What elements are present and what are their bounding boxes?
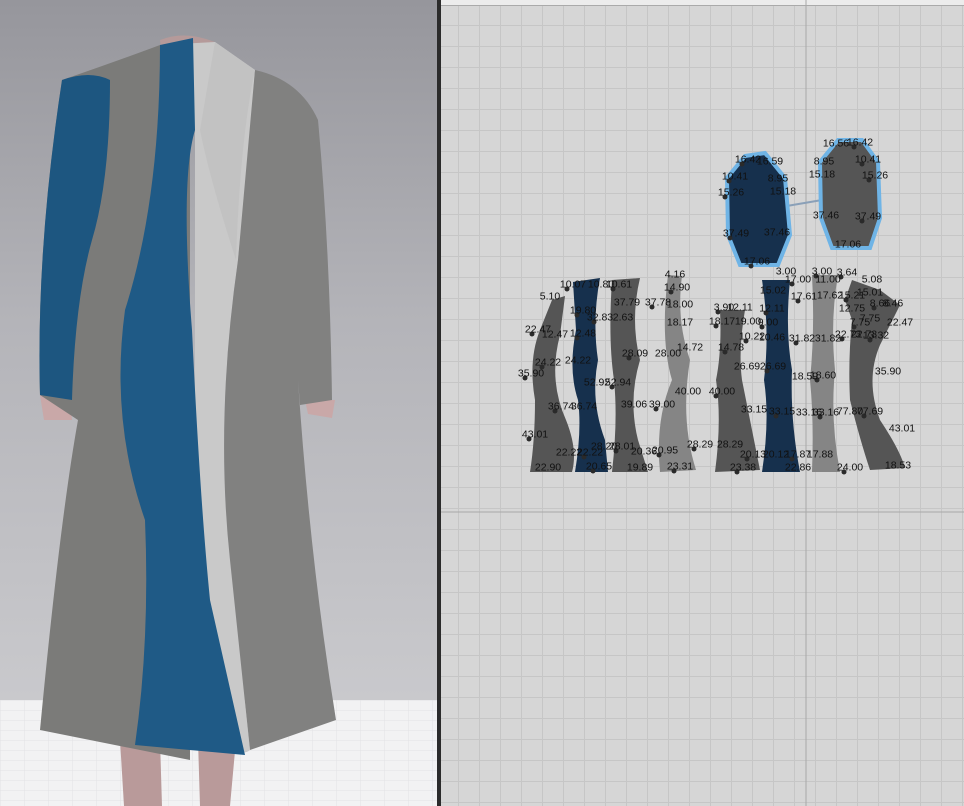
- panel-measurement-label: 17.88: [806, 448, 834, 461]
- panel-measurement-label: 10.07: [559, 278, 587, 291]
- sleeve-measurement-label: 37.49: [854, 210, 882, 223]
- panel-measurement-label: 12.11: [727, 301, 753, 314]
- panel-measurement-label: 15.02: [759, 284, 787, 297]
- panel-measurement-label: 33.15: [768, 405, 796, 418]
- panel-measurement-label: 22.22: [576, 446, 604, 459]
- pattern-canvas: [441, 0, 964, 806]
- panel-measurement-label: 19.89: [626, 461, 654, 474]
- sleeve-measurement-label: 8.95: [813, 155, 835, 168]
- panel-measurement-label: 33.16: [812, 406, 840, 419]
- sleeve-measurement-label: 15.18: [769, 185, 797, 198]
- panel-measurement-label: 13.32: [862, 329, 890, 342]
- panel-measurement-label: 31.82: [788, 332, 816, 345]
- panel-measurement-label: 12.11: [759, 302, 785, 315]
- sleeve-measurement-label: 8.95: [767, 172, 789, 185]
- panel-measurement-label: 18.53: [884, 459, 912, 472]
- panel-measurement-label: 4.16: [664, 268, 686, 281]
- panel-measurement-label: 36.74: [570, 400, 598, 413]
- panel-measurement-label: 8.46: [882, 297, 904, 310]
- panel-measurement-label: 10.61: [605, 278, 633, 291]
- panel-measurement-label: 52.94: [604, 376, 632, 389]
- sleeve-measurement-label: 16.56: [822, 137, 850, 150]
- dress: [39, 38, 336, 760]
- panel-measurement-label: 24.22: [564, 354, 592, 367]
- sleeve-measurement-label: 37.49: [722, 227, 750, 240]
- panel-measurement-label: 10.46: [758, 331, 786, 344]
- panel-measurement-label: 77.69: [856, 405, 884, 418]
- panel-measurement-label: 20.95: [651, 444, 679, 457]
- panel-measurement-label: 18.17: [666, 316, 694, 329]
- panel-measurement-label: 43.01: [888, 422, 916, 435]
- sleeve-measurement-label: 16.59: [756, 155, 784, 168]
- panel-measurement-label: 40.00: [674, 385, 702, 398]
- sleeve-measurement-label: 15.18: [808, 168, 836, 181]
- panel-measurement-label: 5.10: [539, 290, 561, 303]
- panel-measurement-label: 39.00: [648, 398, 676, 411]
- sleeve-measurement-label: 15.26: [717, 186, 745, 199]
- 3d-viewport[interactable]: [0, 0, 437, 806]
- 2d-pattern-viewport[interactable]: 16.42 16.59 10.41 8.95 15.26 15.18 37.49 37.46 1…: [441, 0, 964, 806]
- panel-measurement-label: 23.38: [729, 461, 757, 474]
- panel-measurement-label: 43.01: [521, 428, 549, 441]
- panel-measurement-label: 18.17: [708, 315, 736, 328]
- panel-measurement-label: 3.64: [836, 266, 858, 279]
- sleeve-measurement-label: 16.42: [846, 136, 874, 149]
- sleeve-measurement-label: 15.26: [861, 169, 889, 182]
- panel-measurement-label: 5.08: [861, 273, 883, 286]
- panel-measurement-label: 22.47: [886, 316, 914, 329]
- panel-measurement-label: 7.75: [849, 316, 871, 329]
- sleeve-measurement-label: 37.46: [763, 226, 791, 239]
- panel-measurement-label: 20.65: [585, 460, 613, 473]
- panel-measurement-label: 26.69: [759, 360, 787, 373]
- panel-measurement-label: 40.00: [708, 385, 736, 398]
- panel-measurement-label: 2.63: [612, 311, 634, 324]
- sleeve-measurement-label: 17.06: [834, 238, 862, 251]
- sleeve-measurement-label: 17.06: [743, 255, 771, 268]
- panel-measurement-label: 14.90: [663, 281, 691, 294]
- panel-measurement-label: 28.29: [686, 438, 714, 451]
- panel-measurement-label: 14.78: [717, 341, 745, 354]
- panel-measurement-label: 23.31: [666, 460, 694, 473]
- avatar-with-dress: [0, 35, 437, 806]
- panel-measurement-label: 39.06: [620, 398, 648, 411]
- panel-measurement-label: 14.72: [676, 341, 704, 354]
- sleeve-measurement-label: 37.46: [812, 209, 840, 222]
- panel-measurement-label: 33.15: [740, 403, 768, 416]
- panel-measurement-label: 37.79: [613, 296, 641, 309]
- panel-measurement-label: 22.86: [784, 461, 812, 474]
- panel-measurement-label: 35.90: [517, 367, 545, 380]
- panel-measurement-label: 12.48: [569, 327, 597, 340]
- panel-measurement-label: 26.69: [733, 360, 761, 373]
- panel-measurement-label: 35.90: [874, 365, 902, 378]
- panel-measurement-label: 28.09: [621, 347, 649, 360]
- panel-measurement-label: 12.47: [541, 328, 569, 341]
- panel-measurement-label: 24.00: [836, 461, 864, 474]
- sleeve-measurement-label: 10.41: [721, 170, 749, 183]
- panel-measurement-label: 18.00: [666, 298, 694, 311]
- sleeve-measurement-label: 10.41: [854, 153, 882, 166]
- panel-measurement-label: 9.00: [757, 316, 779, 329]
- panel-measurement-label: 17.61: [790, 290, 818, 303]
- panel-measurement-label: 17.00: [784, 273, 812, 286]
- panel-measurement-label: 18.60: [809, 369, 837, 382]
- panel-measurement-label: 32.83: [586, 311, 614, 324]
- panel-measurement-label: 22.90: [534, 461, 562, 474]
